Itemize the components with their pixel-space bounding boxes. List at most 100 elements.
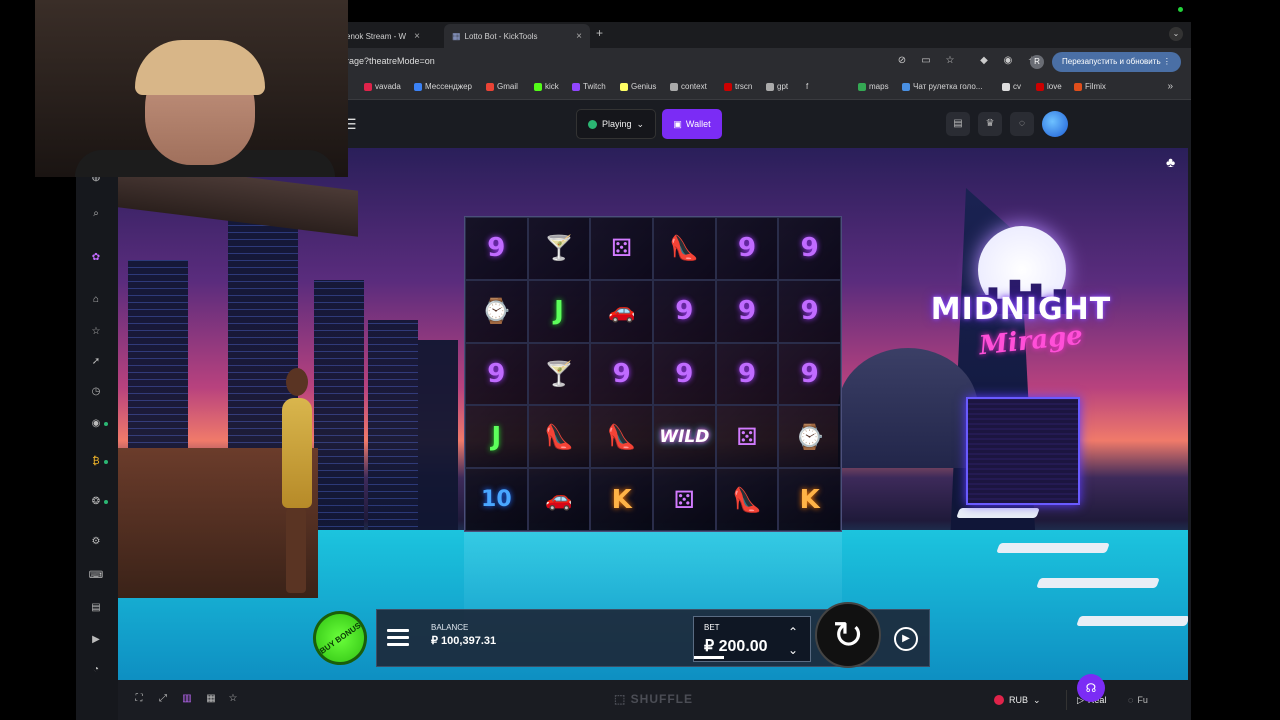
wallet-button[interactable]: ▣ Wallet bbox=[662, 109, 722, 139]
layers-icon[interactable]: ▤ bbox=[88, 600, 104, 616]
reel-symbol-car: 🚗 bbox=[590, 279, 653, 343]
cast-icon[interactable]: ▭ bbox=[920, 55, 932, 67]
bet-decrease-icon[interactable]: ⌄ bbox=[788, 641, 798, 659]
reel-symbol-watch: ⌚ bbox=[465, 279, 528, 343]
balance-label: BALANCE bbox=[431, 623, 469, 632]
eye-off-icon[interactable]: ⊘ bbox=[896, 55, 908, 67]
dome-building-bg bbox=[838, 348, 978, 468]
shuffle-brand: ⬚ SHUFFLE bbox=[614, 692, 694, 706]
bookmark-f[interactable]: f bbox=[806, 82, 808, 91]
crown-icon[interactable]: ♛ bbox=[978, 112, 1002, 136]
more-bookmarks-icon[interactable]: » bbox=[1167, 81, 1173, 92]
settings-icon[interactable]: ⚙ bbox=[88, 534, 104, 550]
reel-symbol-shoe: 👠 bbox=[590, 405, 653, 469]
bookmark-twitch[interactable]: Twitch bbox=[572, 82, 606, 91]
bookmark-cv[interactable]: cv bbox=[1002, 82, 1021, 91]
bookmark-context[interactable]: context bbox=[670, 82, 707, 91]
reel-symbol-dice: ⚄ bbox=[590, 217, 653, 280]
support-chat-icon[interactable]: ☊ bbox=[1077, 674, 1105, 702]
games-icon[interactable]: ❂ bbox=[88, 494, 108, 510]
theatre-mode-icon[interactable]: ▥ bbox=[180, 692, 194, 706]
notes-icon[interactable]: ▤ bbox=[946, 112, 970, 136]
mode-fun-button[interactable]: ◌ Fu bbox=[1128, 690, 1148, 710]
favorite-star-icon[interactable]: ☆ bbox=[226, 692, 240, 706]
play-icon[interactable]: ▶ bbox=[88, 632, 104, 648]
reel-symbol-shoe: 👠 bbox=[653, 217, 716, 280]
sidebar: ◎ ◍ ⌕ ✿ ⌂ ☆ ➚ ◷ ◉ ₿ ❂ ⚙ ⌨ ▤ ▶ ◔ bbox=[76, 148, 118, 720]
bookmark-genius[interactable]: Genius bbox=[620, 82, 656, 91]
url-field[interactable]: irage?theatreMode=on bbox=[344, 56, 435, 66]
new-tab-icon[interactable]: + bbox=[596, 26, 603, 40]
chip-icon[interactable]: ✿ bbox=[88, 250, 104, 266]
bitcoin-icon[interactable]: ₿ bbox=[88, 454, 108, 470]
currency-select[interactable]: RUB ⌄ bbox=[994, 690, 1041, 710]
tab-kicktools-label: Lotto Bot - KickTools bbox=[464, 31, 538, 41]
bookmark-trscn[interactable]: trscn bbox=[724, 82, 752, 91]
playing-button[interactable]: Playing ⌄ bbox=[576, 109, 656, 139]
user-avatar[interactable] bbox=[1042, 111, 1068, 137]
stats-icon[interactable]: ▦ bbox=[204, 692, 218, 706]
bookmark-gmail[interactable]: Gmail bbox=[486, 82, 518, 91]
bet-stepper: ⌃ ⌄ bbox=[788, 623, 798, 659]
recording-indicator-icon bbox=[1178, 7, 1183, 12]
playing-label: Playing bbox=[601, 119, 632, 129]
chat-icon[interactable]: ◌ bbox=[1010, 112, 1034, 136]
bookmark-vavada[interactable]: vavada bbox=[364, 82, 401, 91]
reel-symbol-car: 🚗 bbox=[527, 468, 591, 531]
bookmark-filmix[interactable]: Filmix bbox=[1074, 82, 1106, 91]
buy-bonus-label: BUY BONUS bbox=[317, 620, 363, 656]
live-icon[interactable]: ◉ bbox=[88, 416, 108, 432]
grid-icon: ▦ bbox=[452, 30, 461, 41]
reel-symbol-9: 9 bbox=[465, 342, 528, 406]
relaunch-button[interactable]: Перезапустить и обновить ⋮ bbox=[1052, 52, 1181, 72]
fun-icon: ◌ bbox=[1128, 695, 1134, 705]
gamepad-icon[interactable]: ⌨ bbox=[88, 568, 104, 584]
lounger-bg bbox=[996, 543, 1110, 553]
reel-symbol-watch: ⌚ bbox=[778, 405, 841, 469]
chevron-down-icon: ⌄ bbox=[636, 118, 645, 129]
lounger-bg bbox=[1076, 616, 1188, 626]
speed-icon[interactable]: ◔ bbox=[88, 662, 104, 678]
spin-button[interactable]: ↻ bbox=[815, 602, 881, 668]
close-icon[interactable]: × bbox=[576, 31, 582, 42]
history-icon[interactable]: ◷ bbox=[88, 384, 104, 400]
wallet-label: Wallet bbox=[685, 119, 711, 129]
reel-symbol-shoe: 👠 bbox=[527, 405, 591, 469]
expand-icon[interactable]: ⤢ bbox=[156, 692, 170, 706]
screen: enok Stream - W × ▦ Lotto Bot - KickTool… bbox=[0, 0, 1280, 720]
bookmark-kick[interactable]: kick bbox=[534, 82, 559, 91]
home-icon[interactable]: ⌂ bbox=[88, 292, 104, 308]
bookmark-messenger[interactable]: Мессенджер bbox=[414, 82, 472, 91]
bookmark-gpt[interactable]: gpt bbox=[766, 82, 788, 91]
pineapple-icon[interactable]: ♣ bbox=[1166, 154, 1175, 170]
reel-symbol-cocktail: 🍸 bbox=[527, 342, 591, 406]
autoplay-icon: ▶ bbox=[902, 633, 910, 644]
favorites-icon[interactable]: ☆ bbox=[88, 324, 104, 340]
autoplay-button[interactable]: ▶ bbox=[894, 627, 918, 651]
close-icon[interactable]: × bbox=[414, 31, 420, 42]
reel-symbol-shoe: 👠 bbox=[715, 468, 779, 531]
chevron-down-icon[interactable]: ⌄ bbox=[1169, 27, 1183, 41]
reel-symbol-9: 9 bbox=[653, 342, 716, 406]
bet-label: BET bbox=[704, 623, 720, 632]
bet-increase-icon[interactable]: ⌃ bbox=[788, 623, 798, 641]
vpn-icon[interactable]: ◉ bbox=[1002, 55, 1014, 67]
reel-symbol-9: 9 bbox=[590, 342, 653, 406]
game-menu-icon[interactable] bbox=[387, 629, 409, 647]
ruble-icon bbox=[994, 695, 1004, 705]
rocket-icon[interactable]: ➚ bbox=[88, 354, 104, 370]
bookmark-maps[interactable]: maps bbox=[858, 82, 889, 91]
bookmark-chat-roulette[interactable]: Чат рулетка голо... bbox=[902, 82, 982, 91]
tab-kicktools[interactable]: ▦ Lotto Bot - KickTools × bbox=[444, 24, 590, 48]
tab-stream[interactable]: enok Stream - W × bbox=[338, 24, 428, 48]
slot-game[interactable]: 9 🍸 ⚄ 👠 9 9 ⌚ J 🚗 9 9 9 9 🍸 9 9 9 9 J 👠 👠 WILD ⚄ ⌚ 10 🚗 K ⚄ 👠 K MIDNI… bbox=[118, 148, 1188, 680]
star-icon[interactable]: ☆ bbox=[944, 55, 956, 67]
bookmark-love[interactable]: love bbox=[1036, 82, 1062, 91]
search-icon[interactable]: ⌕ bbox=[88, 206, 104, 222]
profile-avatar[interactable]: R bbox=[1030, 55, 1044, 69]
fullscreen-icon[interactable]: ⛶ bbox=[132, 692, 146, 706]
reel-symbol-9: 9 bbox=[715, 279, 779, 343]
reel-symbol-9: 9 bbox=[778, 217, 841, 280]
shield-icon[interactable]: ◆ bbox=[978, 55, 990, 67]
building-bg bbox=[418, 340, 458, 540]
